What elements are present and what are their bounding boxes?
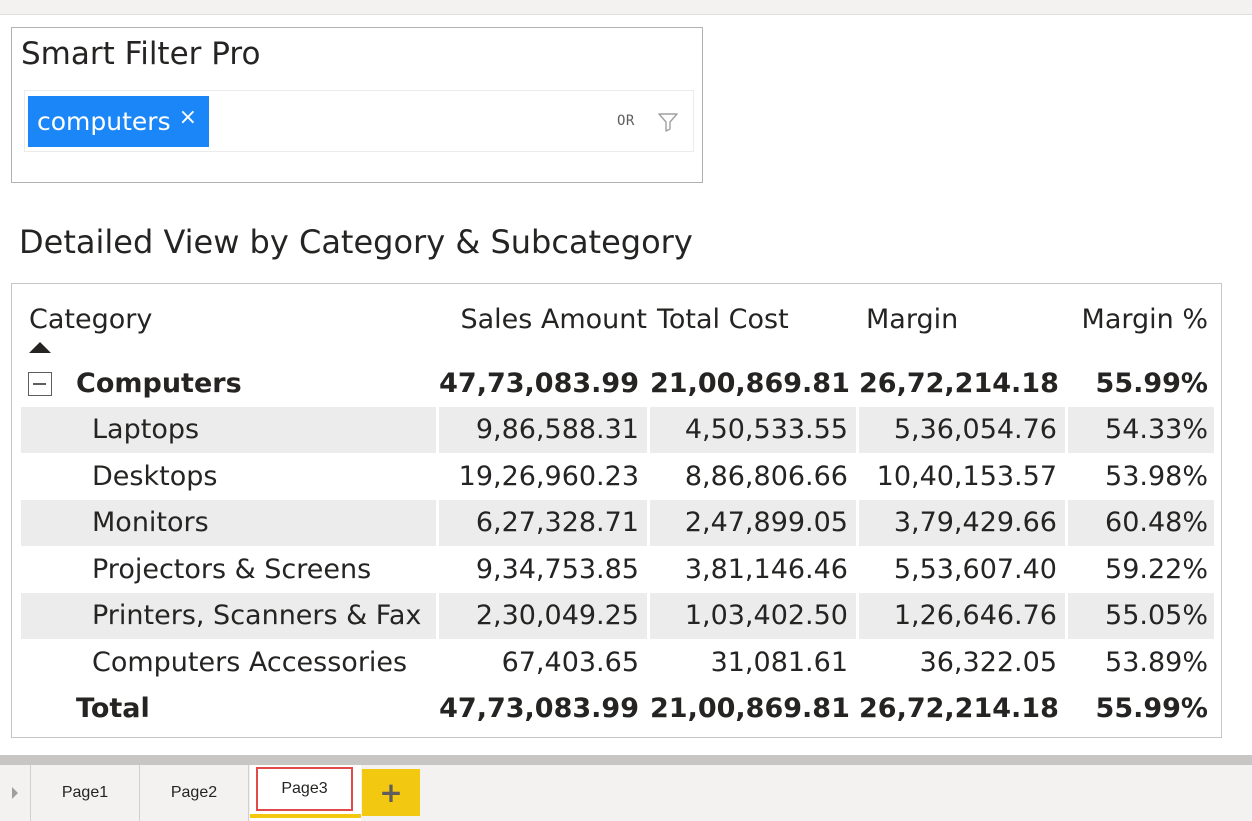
subcategory-sales: 9,34,753.85 (475, 554, 639, 585)
subcategory-margin: 3,79,429.66 (859, 500, 1065, 546)
category-margin-pct: 55.99% (1095, 368, 1208, 399)
subcategory-sales: 9,86,588.31 (439, 407, 647, 453)
subcategory-margin-pct: 53.89% (1105, 647, 1208, 678)
subcategory-name: Desktops (92, 461, 218, 492)
active-tab-indicator (250, 814, 361, 818)
category-cost: 21,00,869.81 (650, 368, 850, 399)
table-row: Computers Accessories 67,403.65 31,081.6… (21, 640, 1214, 686)
tab-page2[interactable]: Page2 (139, 765, 249, 821)
matrix-table: Category Sales Amount Total Cost Margin … (11, 283, 1222, 738)
subcategory-sales: 6,27,328.71 (439, 500, 647, 546)
collapse-icon[interactable] (28, 372, 52, 396)
category-sales: 47,73,083.99 (439, 368, 639, 399)
subcategory-margin-pct: 53.98% (1105, 461, 1208, 492)
matrix-title: Detailed View by Category & Subcategory (19, 223, 693, 261)
subcategory-name: Monitors (21, 500, 436, 546)
subcategory-sales: 2,30,049.25 (439, 593, 647, 639)
subcategory-margin-pct: 54.33% (1068, 407, 1214, 453)
total-label: Total (76, 693, 150, 724)
category-margin: 26,72,214.18 (859, 368, 1059, 399)
category-cell: Computers (21, 361, 436, 407)
subcategory-cost: 2,47,899.05 (650, 500, 856, 546)
category-name: Computers (76, 368, 242, 399)
total-sales: 47,73,083.99 (439, 693, 639, 724)
subcategory-margin: 1,26,646.76 (859, 593, 1065, 639)
subcategory-name: Laptops (21, 407, 436, 453)
header-margin[interactable]: Margin (866, 298, 1066, 342)
sort-ascending-icon[interactable] (29, 342, 51, 353)
subcategory-sales: 67,403.65 (501, 647, 639, 678)
subcategory-cost: 4,50,533.55 (650, 407, 856, 453)
table-row: Projectors & Screens 9,34,753.85 3,81,14… (21, 547, 1214, 593)
subcategory-sales: 19,26,960.23 (458, 461, 639, 492)
filter-input-box[interactable]: computers × OR (24, 90, 694, 152)
subcategory-margin-pct: 59.22% (1105, 554, 1208, 585)
subcategory-margin: 5,53,607.40 (893, 554, 1057, 585)
funnel-icon[interactable] (657, 111, 679, 133)
page-tabs-bar: Page1 Page2 Page3 + (0, 765, 1252, 821)
table-row: Printers, Scanners & Fax 2,30,049.25 1,0… (21, 593, 1214, 639)
header-total-cost[interactable]: Total Cost (657, 298, 857, 342)
total-margin-pct: 55.99% (1095, 693, 1208, 724)
table-row: Monitors 6,27,328.71 2,47,899.05 3,79,42… (21, 500, 1214, 546)
table-row: Desktops 19,26,960.23 8,86,806.66 10,40,… (21, 454, 1214, 500)
header-category[interactable]: Category (29, 298, 152, 342)
subcategory-name: Printers, Scanners & Fax (21, 593, 436, 639)
tab-page3-label: Page3 (256, 767, 353, 811)
subcategory-name: Computers Accessories (92, 647, 408, 678)
category-row: Computers 47,73,083.99 21,00,869.81 26,7… (21, 361, 1214, 407)
table-row: Laptops 9,86,588.31 4,50,533.55 5,36,054… (21, 407, 1214, 453)
tab-page1[interactable]: Page1 (30, 765, 139, 821)
filter-chip[interactable]: computers × (28, 96, 210, 147)
subcategory-margin: 36,322.05 (919, 647, 1057, 678)
add-page-button[interactable]: + (362, 769, 420, 816)
top-strip (0, 0, 1252, 15)
subcategory-margin-pct: 60.48% (1068, 500, 1214, 546)
subcategory-cost: 3,81,146.46 (684, 554, 848, 585)
smart-filter-title: Smart Filter Pro (21, 36, 261, 72)
header-sales-amount[interactable]: Sales Amount (437, 298, 647, 342)
subcategory-margin-pct: 55.05% (1068, 593, 1214, 639)
subcategory-cost: 31,081.61 (710, 647, 848, 678)
subcategory-cost: 1,03,402.50 (650, 593, 856, 639)
logic-toggle[interactable]: OR (617, 113, 635, 129)
tab-page3[interactable]: Page3 (250, 765, 361, 821)
total-row: Total 47,73,083.99 21,00,869.81 26,72,21… (21, 686, 1214, 732)
filter-chip-label: computers (37, 107, 171, 136)
scroll-left-icon[interactable] (12, 787, 18, 799)
subcategory-name: Projectors & Screens (92, 554, 372, 585)
subcategory-cost: 8,86,806.66 (684, 461, 848, 492)
subcategory-margin: 5,36,054.76 (859, 407, 1065, 453)
total-cost: 21,00,869.81 (650, 693, 850, 724)
header-margin-pct[interactable]: Margin % (1071, 298, 1214, 342)
close-icon[interactable]: × (179, 106, 197, 129)
matrix-header-row: Category Sales Amount Total Cost Margin … (21, 298, 1214, 358)
total-margin: 26,72,214.18 (859, 693, 1059, 724)
smart-filter-visual: Smart Filter Pro computers × OR (11, 27, 703, 183)
subcategory-margin: 10,40,153.57 (876, 461, 1057, 492)
tabs-divider (0, 755, 1252, 765)
